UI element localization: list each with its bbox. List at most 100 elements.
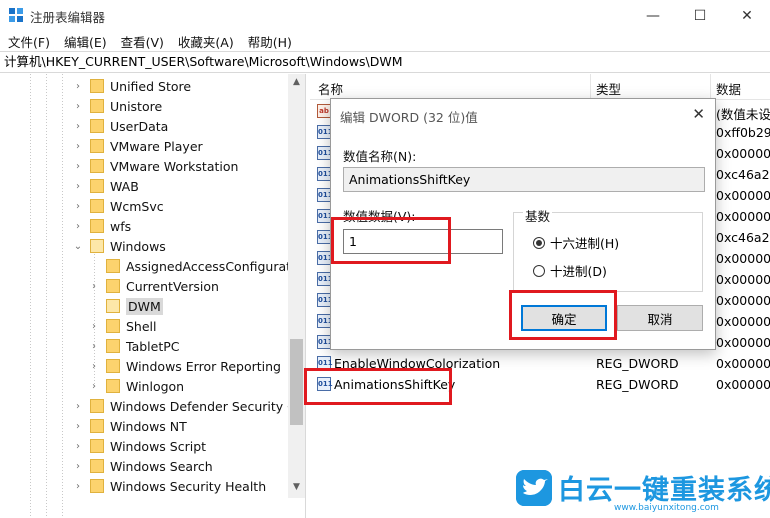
- tree-item[interactable]: › CurrentVersion: [88, 276, 219, 296]
- chevron-right-icon[interactable]: ›: [72, 481, 84, 492]
- menu-view[interactable]: 查看(V): [121, 32, 164, 51]
- tree-item[interactable]: › UserData: [72, 116, 168, 136]
- chevron-right-icon[interactable]: ›: [72, 81, 84, 92]
- menu-file[interactable]: 文件(F): [8, 32, 50, 51]
- tree-item[interactable]: › Shell: [88, 316, 157, 336]
- key-tree[interactable]: › Unified Store › Unistore › UserData › VMware …: [0, 74, 306, 518]
- address-bar[interactable]: 计算机\HKEY_CURRENT_USER\Software\Microsoft…: [0, 51, 770, 73]
- folder-icon: [106, 259, 120, 273]
- tree-item[interactable]: DWM: [88, 296, 163, 316]
- tree-item[interactable]: › Unified Store: [72, 76, 191, 96]
- chevron-right-icon[interactable]: ›: [72, 441, 84, 452]
- chevron-right-icon[interactable]: ›: [72, 161, 84, 172]
- tree-item[interactable]: ⌄ Windows: [72, 236, 166, 256]
- chevron-right-icon[interactable]: ›: [72, 421, 84, 432]
- tree-item-label: Windows Script: [110, 438, 207, 454]
- maximize-button[interactable]: ☐: [677, 0, 723, 31]
- chevron-right-icon[interactable]: ›: [88, 341, 100, 352]
- tree-scrollbar-thumb[interactable]: [290, 339, 303, 425]
- regedit-icon: [9, 8, 23, 22]
- column-data[interactable]: 数据: [716, 79, 741, 98]
- tree-item[interactable]: › WcmSvc: [72, 196, 164, 216]
- chevron-right-icon[interactable]: ›: [72, 401, 84, 412]
- folder-icon: [106, 299, 120, 313]
- tree-item[interactable]: › Windows Search: [72, 456, 213, 476]
- chevron-right-icon[interactable]: ›: [72, 181, 84, 192]
- dec-radio[interactable]: 十进制(D): [533, 261, 607, 280]
- value-data: 0x000000: [716, 335, 770, 350]
- highlight-data-field: [331, 217, 451, 264]
- menu-favorites[interactable]: 收藏夹(A): [178, 32, 234, 51]
- scroll-down-icon[interactable]: ▼: [290, 482, 303, 496]
- tree-item-label: Windows Error Reporting: [126, 358, 281, 374]
- value-data: 0x000000: [716, 272, 770, 287]
- chevron-down-icon[interactable]: ⌄: [72, 241, 84, 252]
- minimize-button[interactable]: —: [630, 0, 676, 31]
- tree-item-label: Unified Store: [110, 78, 192, 94]
- tree-item-label: Windows Security Health: [110, 478, 267, 494]
- menu-edit[interactable]: 编辑(E): [64, 32, 107, 51]
- reg-binary-icon: 011: [317, 230, 333, 244]
- tree-item[interactable]: › Winlogon: [88, 376, 184, 396]
- value-data: 0x000000: [716, 293, 770, 308]
- tree-item-label: Windows: [110, 238, 166, 254]
- list-header: 名称 类型 数据: [310, 74, 770, 100]
- menu-bar: 文件(F) 编辑(E) 查看(V) 收藏夹(A) 帮助(H): [0, 31, 770, 51]
- chevron-right-icon[interactable]: ›: [72, 461, 84, 472]
- scroll-up-icon[interactable]: ▲: [290, 77, 303, 91]
- tree-item[interactable]: › Windows Security Health: [72, 476, 266, 496]
- chevron-right-icon[interactable]: ›: [72, 101, 84, 112]
- reg-string-icon: ab: [317, 104, 331, 118]
- tree-item[interactable]: › VMware Player: [72, 136, 203, 156]
- value-data: 0xc46a29: [716, 167, 770, 182]
- tree-item-label: TabletPC: [126, 338, 180, 354]
- tree-item[interactable]: › wfs: [72, 216, 131, 236]
- tree-item-label: Windows Defender Security Ce: [110, 398, 304, 414]
- tree-item-label: Winlogon: [126, 378, 185, 394]
- column-name[interactable]: 名称: [318, 79, 343, 98]
- folder-icon: [90, 479, 104, 493]
- menu-help[interactable]: 帮助(H): [248, 32, 292, 51]
- radio-unchecked-icon[interactable]: [533, 264, 545, 277]
- tree-scrollbar[interactable]: [288, 74, 305, 498]
- chevron-right-icon[interactable]: ›: [88, 381, 100, 392]
- column-type[interactable]: 类型: [596, 79, 621, 98]
- tree-item[interactable]: › Windows Error Reporting: [88, 356, 281, 376]
- tree-item[interactable]: › VMware Workstation: [72, 156, 238, 176]
- tree-item[interactable]: › Unistore: [72, 96, 162, 116]
- value-data: 0x000000: [716, 146, 770, 161]
- chevron-right-icon[interactable]: ›: [72, 141, 84, 152]
- tree-item[interactable]: › Windows Defender Security Ce: [72, 396, 304, 416]
- tree-item-label: Shell: [126, 318, 157, 334]
- chevron-right-icon[interactable]: ›: [72, 221, 84, 232]
- value-type: REG_DWORD: [596, 356, 679, 371]
- chevron-right-icon[interactable]: ›: [88, 361, 100, 372]
- close-button[interactable]: ✕: [724, 0, 770, 31]
- tree-item[interactable]: › Windows NT: [72, 416, 187, 436]
- folder-icon: [90, 159, 104, 173]
- value-data: 0xc46a29: [716, 230, 770, 245]
- folder-icon: [90, 119, 104, 133]
- chevron-right-icon[interactable]: ›: [88, 321, 100, 332]
- tree-item[interactable]: AssignedAccessConfiguratio: [88, 256, 302, 276]
- tree-item[interactable]: › Windows Script: [72, 436, 206, 456]
- folder-icon: [90, 219, 104, 233]
- radio-checked-icon[interactable]: [533, 236, 545, 249]
- tree-item-label: WcmSvc: [110, 198, 164, 214]
- folder-icon: [90, 139, 104, 153]
- reg-binary-icon: 011: [317, 209, 333, 223]
- tree-item[interactable]: › TabletPC: [88, 336, 180, 356]
- folder-icon: [90, 199, 104, 213]
- dialog-close-icon[interactable]: ✕: [692, 105, 705, 123]
- watermark-url: www.baiyunxitong.com: [614, 503, 719, 513]
- chevron-right-icon[interactable]: ›: [88, 281, 100, 292]
- reg-binary-icon: 011: [317, 293, 333, 307]
- chevron-right-icon[interactable]: ›: [72, 121, 84, 132]
- chevron-right-icon[interactable]: ›: [72, 201, 84, 212]
- value-name-field[interactable]: AnimationsShiftKey: [343, 167, 705, 192]
- hex-radio[interactable]: 十六进制(H): [533, 233, 619, 252]
- tree-item[interactable]: › WAB: [72, 176, 139, 196]
- tree-item-label: AssignedAccessConfiguratio: [126, 258, 303, 274]
- folder-icon: [106, 379, 120, 393]
- cancel-button[interactable]: 取消: [617, 305, 703, 331]
